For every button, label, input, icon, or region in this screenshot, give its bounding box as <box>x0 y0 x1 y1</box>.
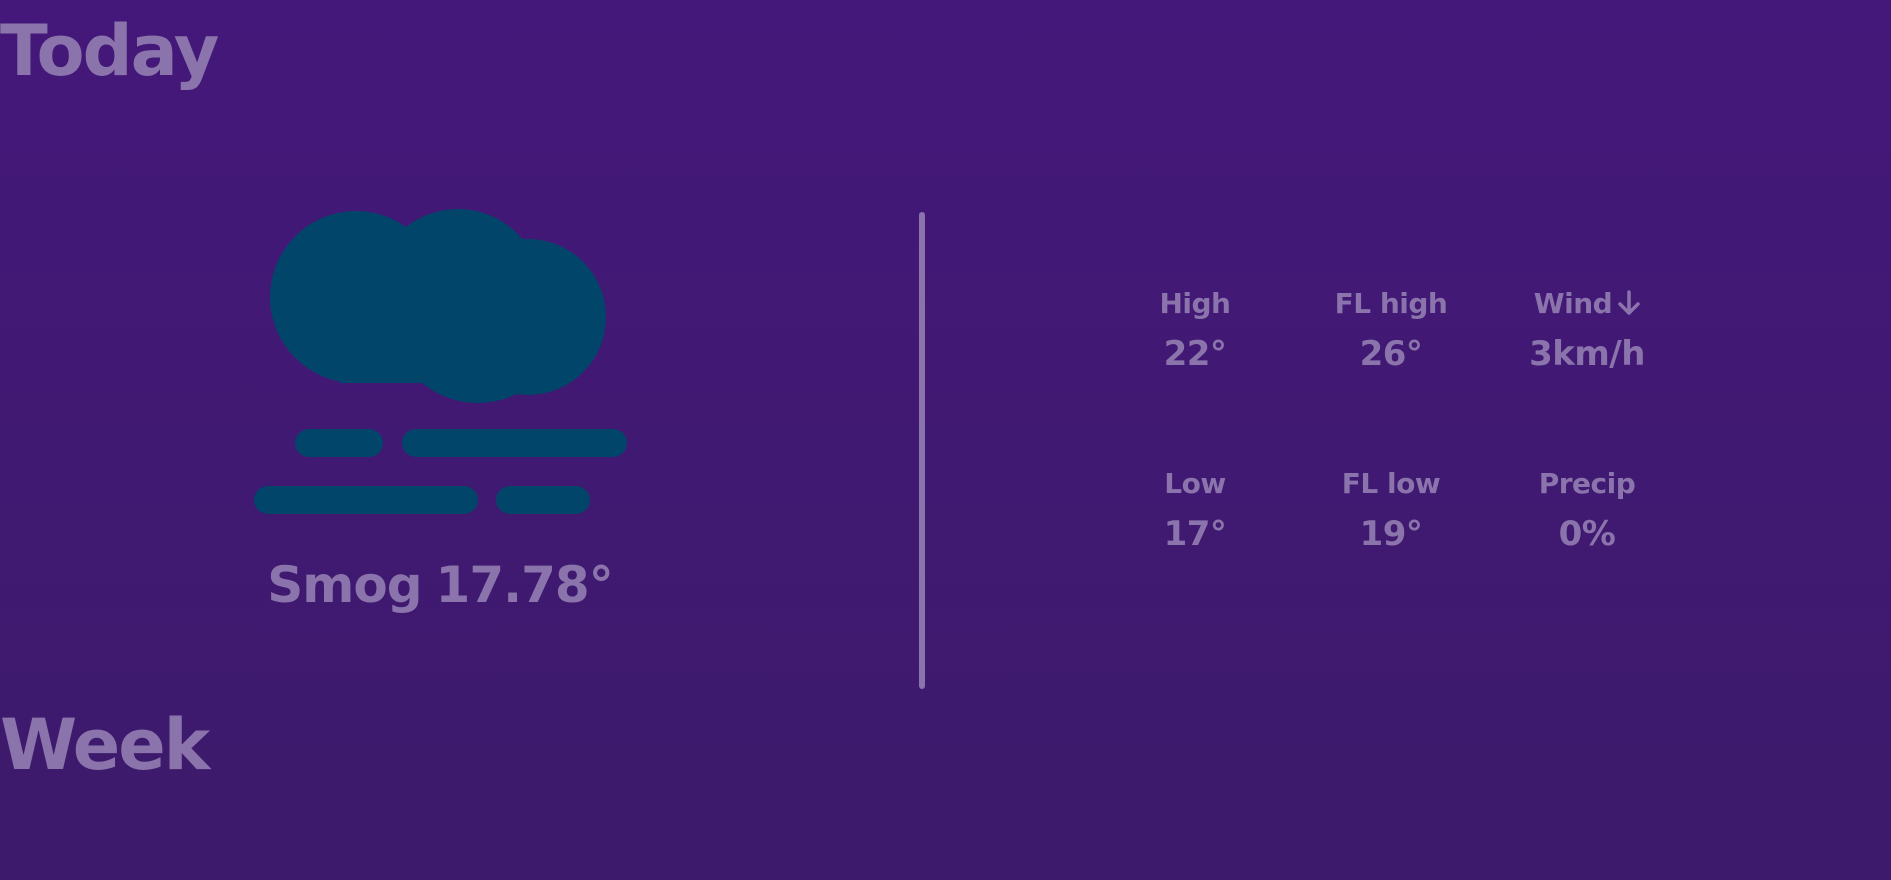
stats-grid: High 22° FL high 26° Wind 3km/h Low 17° … <box>1097 282 1645 586</box>
stat-value: 22° <box>1163 334 1227 374</box>
wind-label-text: Wind <box>1533 287 1613 320</box>
stat-low: Low 17° <box>1097 462 1293 586</box>
stat-value: 19° <box>1359 514 1423 554</box>
current-conditions: Smog 17.78° <box>225 560 655 610</box>
stat-wind: Wind 3km/h <box>1489 282 1685 406</box>
stat-value: 0% <box>1558 514 1616 554</box>
stat-label-wind: Wind <box>1489 282 1685 326</box>
stat-value: 17° <box>1163 514 1227 554</box>
section-divider <box>919 212 925 689</box>
stat-label: Low <box>1164 467 1226 500</box>
stat-label: FL high <box>1334 287 1448 320</box>
stat-label: High <box>1159 287 1231 320</box>
stat-value: 26° <box>1359 334 1423 374</box>
week-heading: Week <box>0 704 210 786</box>
stat-label: FL low <box>1341 467 1441 500</box>
current-temperature: 17.78° <box>435 556 614 614</box>
today-heading: Today <box>0 10 219 92</box>
stat-value: 3km/h <box>1529 334 1645 374</box>
stat-high: High 22° <box>1097 282 1293 406</box>
condition-text: Smog <box>267 556 422 614</box>
arrow-down-icon <box>1618 290 1640 315</box>
smog-icon <box>250 205 640 520</box>
stat-label: Precip <box>1538 467 1636 500</box>
stat-precip: Precip 0% <box>1489 462 1685 586</box>
stat-fl-high: FL high 26° <box>1293 282 1489 406</box>
stat-fl-low: FL low 19° <box>1293 462 1489 586</box>
